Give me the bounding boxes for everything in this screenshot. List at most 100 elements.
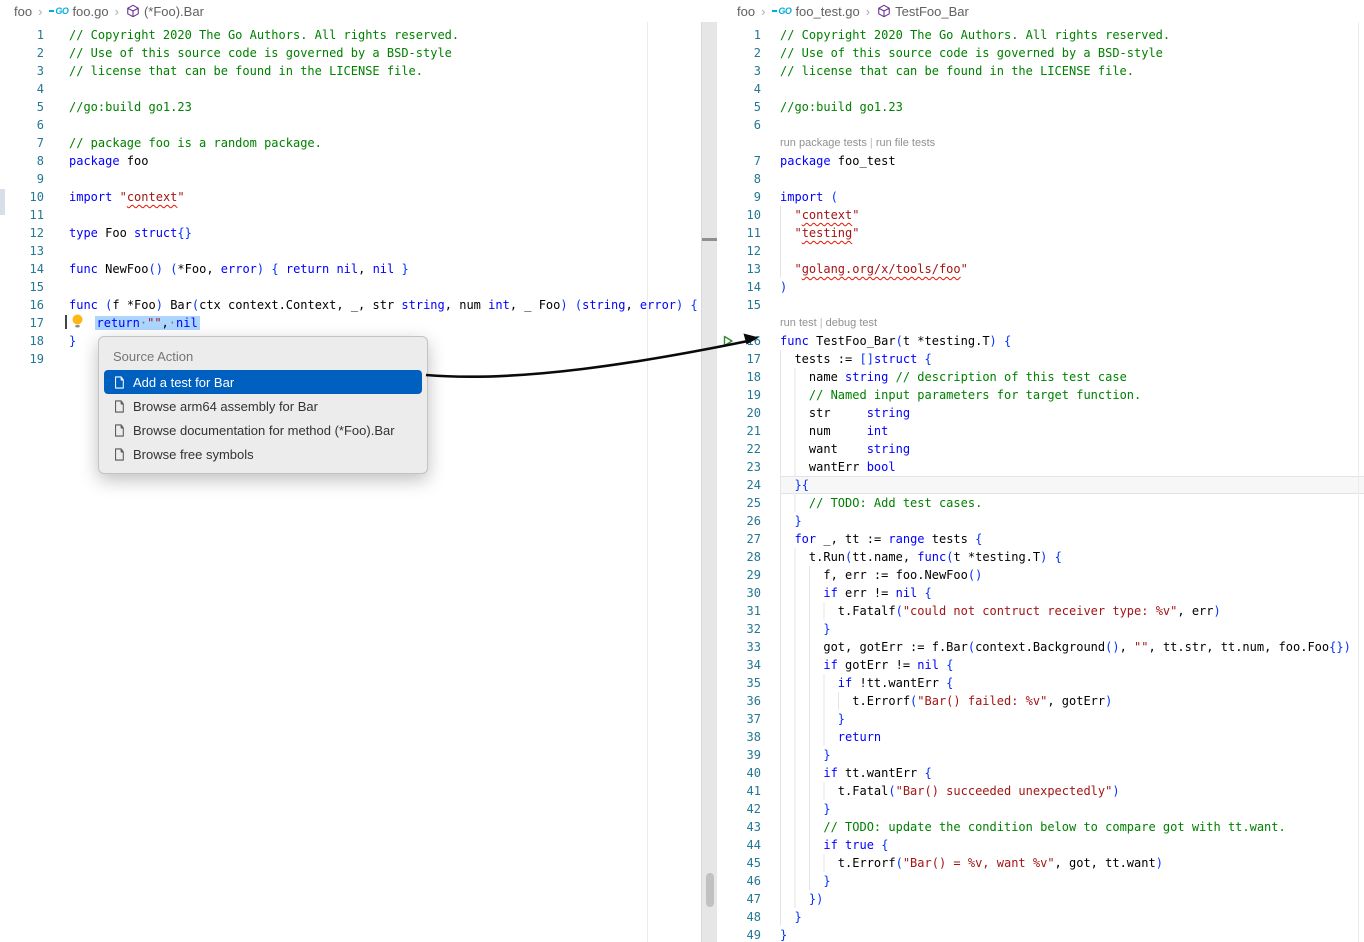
code-line[interactable]: 24 }{ [717,476,1364,494]
code-line[interactable]: 5//go:build go1.23 [0,98,701,116]
code-line[interactable]: 1// Copyright 2020 The Go Authors. All r… [0,26,701,44]
code-line[interactable]: 45 t.Errorf("Bar() = %v, want %v", got, … [717,854,1364,872]
code-line[interactable]: 2// Use of this source code is governed … [0,44,701,62]
code-line[interactable]: 15 [717,296,1364,314]
code-line[interactable]: 39 } [717,746,1364,764]
code-line[interactable]: 12 [717,242,1364,260]
code-line[interactable]: 21 num int [717,422,1364,440]
breadcrumb-item[interactable]: TestFoo_Bar [895,4,969,19]
code-editor[interactable]: 1// Copyright 2020 The Go Authors. All r… [0,22,701,368]
run-test-icon[interactable] [717,332,737,350]
code-line[interactable]: 27 for _, tt := range tests { [717,530,1364,548]
code-text: type Foo struct{} [69,224,701,242]
code-line[interactable]: 35 if !tt.wantErr { [717,674,1364,692]
code-editor[interactable]: 1// Copyright 2020 The Go Authors. All r… [717,22,1364,942]
code-line[interactable]: 2// Use of this source code is governed … [717,44,1364,62]
code-line[interactable]: 37 } [717,710,1364,728]
code-line[interactable]: 33 got, gotErr := f.Bar(context.Backgrou… [717,638,1364,656]
code-line[interactable]: 1// Copyright 2020 The Go Authors. All r… [717,26,1364,44]
line-number: 44 [737,836,761,854]
code-line[interactable]: 29 f, err := foo.NewFoo() [717,566,1364,584]
code-line[interactable]: 49} [717,926,1364,942]
pane-divider-scrollbar[interactable] [701,22,717,942]
code-line[interactable]: 16func (f *Foo) Bar(ctx context.Context,… [0,296,701,314]
code-line[interactable]: 41 t.Fatal("Bar() succeeded unexpectedly… [717,782,1364,800]
menu-item[interactable]: Browse arm64 assembly for Bar [104,394,422,418]
code-line[interactable]: 14func NewFoo() (*Foo, error) { return n… [0,260,701,278]
code-line[interactable]: 4 [717,80,1364,98]
breadcrumb-item[interactable]: foo [14,4,32,19]
menu-item[interactable]: Browse free symbols [104,442,422,466]
code-line[interactable]: 15 [0,278,701,296]
code-line[interactable]: 10import "context" [0,188,701,206]
code-line[interactable]: 14) [717,278,1364,296]
code-line[interactable]: 7package foo_test [717,152,1364,170]
codelens-link[interactable]: run test [780,317,817,329]
code-line[interactable]: 23 wantErr bool [717,458,1364,476]
menu-item[interactable]: Browse documentation for method (*Foo).B… [104,418,422,442]
code-line[interactable]: 13 [0,242,701,260]
code-line[interactable]: 28 t.Run(tt.name, func(t *testing.T) { [717,548,1364,566]
code-text: t.Fatal("Bar() succeeded unexpectedly") [780,782,1364,800]
code-line[interactable]: 31 t.Fatalf("could not contruct receiver… [717,602,1364,620]
line-number: 36 [737,692,761,710]
code-line[interactable]: 12type Foo struct{} [0,224,701,242]
code-text: // Copyright 2020 The Go Authors. All ri… [780,26,1364,44]
lightbulb-icon[interactable] [71,314,84,334]
code-line[interactable]: 22 want string [717,440,1364,458]
code-line[interactable]: 5//go:build go1.23 [717,98,1364,116]
code-line[interactable]: 3// license that can be found in the LIC… [717,62,1364,80]
code-line[interactable]: 48 } [717,908,1364,926]
code-line[interactable]: 38 return [717,728,1364,746]
code-line[interactable]: 43 // TODO: update the condition below t… [717,818,1364,836]
code-line[interactable]: 18 name string // description of this te… [717,368,1364,386]
code-line[interactable]: 16func TestFoo_Bar(t *testing.T) { [717,332,1364,350]
code-line[interactable]: 6 [0,116,701,134]
codelens-row[interactable]: run test | debug test [717,314,1364,332]
code-line[interactable]: 47 }) [717,890,1364,908]
code-line[interactable]: 4 [0,80,701,98]
code-line[interactable]: 25 // TODO: Add test cases. [717,494,1364,512]
code-line[interactable]: 7// package foo is a random package. [0,134,701,152]
code-line[interactable]: 9import ( [717,188,1364,206]
code-line[interactable]: 8 [717,170,1364,188]
codelens-link[interactable]: debug test [826,317,877,329]
code-line[interactable]: 46 } [717,872,1364,890]
line-number: 12 [737,242,761,260]
code-line[interactable]: 17return·"",·nil [0,314,701,332]
code-line[interactable]: 36 t.Errorf("Bar() failed: %v", gotErr) [717,692,1364,710]
breadcrumb-item[interactable]: (*Foo).Bar [144,4,204,19]
code-line[interactable]: 40 if tt.wantErr { [717,764,1364,782]
glyph-margin [717,98,737,116]
code-line[interactable]: 8package foo [0,152,701,170]
line-number: 45 [737,854,761,872]
line-number: 10 [737,206,761,224]
breadcrumb-item[interactable]: foo_test.go [795,4,859,19]
code-line[interactable]: 9 [0,170,701,188]
code-line[interactable]: 17 tests := []struct { [717,350,1364,368]
code-line[interactable]: 32 } [717,620,1364,638]
code-line[interactable]: 42 } [717,800,1364,818]
menu-item[interactable]: Add a test for Bar [104,370,422,394]
codelens-link[interactable]: run package tests [780,137,867,149]
code-line[interactable]: 6 [717,116,1364,134]
code-line[interactable]: 13 "golang.org/x/tools/foo" [717,260,1364,278]
code-line[interactable]: 20 str string [717,404,1364,422]
breadcrumb-item[interactable]: foo [737,4,755,19]
menu-item-label: Add a test for Bar [133,375,234,390]
breadcrumb-item[interactable]: foo.go [72,4,108,19]
scrollbar-thumb[interactable] [706,873,714,907]
code-line[interactable]: 11 [0,206,701,224]
code-line[interactable]: 19 // Named input parameters for target … [717,386,1364,404]
code-text: ) [780,278,1364,296]
code-line[interactable]: 10 "context" [717,206,1364,224]
code-text [69,206,701,224]
codelens-link[interactable]: run file tests [876,137,935,149]
code-line[interactable]: 30 if err != nil { [717,584,1364,602]
code-line[interactable]: 3// license that can be found in the LIC… [0,62,701,80]
code-line[interactable]: 34 if gotErr != nil { [717,656,1364,674]
code-line[interactable]: 26 } [717,512,1364,530]
code-line[interactable]: 11 "testing" [717,224,1364,242]
codelens-row[interactable]: run package tests | run file tests [717,134,1364,152]
code-line[interactable]: 44 if true { [717,836,1364,854]
